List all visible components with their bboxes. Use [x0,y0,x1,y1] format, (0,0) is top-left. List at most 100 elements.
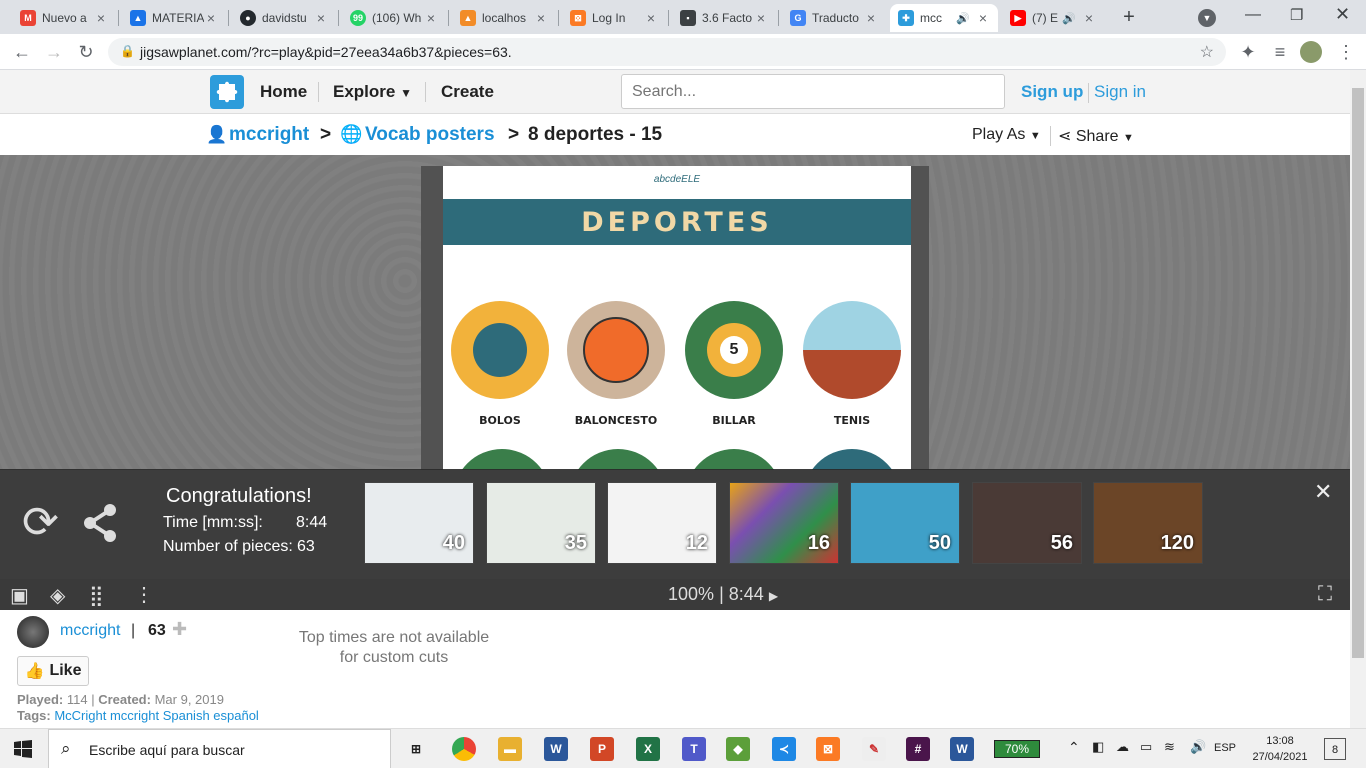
tab-login[interactable]: ⊠ Log In × [562,4,666,32]
nav-home[interactable]: Home [260,82,307,102]
more-options-icon[interactable]: ⋮ [134,582,154,607]
breadcrumb-user[interactable]: mccright [229,124,309,146]
word-icon[interactable]: W [950,737,974,761]
tab-factor[interactable]: ▪ 3.6 Facto × [672,4,776,32]
play-as-dropdown[interactable]: Play As ▼ [972,126,1041,144]
vscode-icon[interactable]: ≺ [772,737,796,761]
slack-icon[interactable]: # [906,737,930,761]
xampp-icon[interactable]: ⊠ [816,737,840,761]
powerpoint-icon[interactable]: P [590,737,614,761]
tab-drive[interactable]: ▲ MATERIA × [122,4,226,32]
arrange-pieces-icon[interactable]: ⣿ [89,583,104,608]
windows-start-icon[interactable] [14,740,32,763]
ghost-image-icon[interactable]: ◈ [50,583,65,608]
word-icon[interactable]: W [544,737,568,761]
restore-button[interactable]: ❐ [1290,6,1303,24]
soccer-ball-icon [453,449,551,470]
share-dropdown[interactable]: ⋖ Share ▼ [1058,126,1134,146]
tab-gmail[interactable]: M Nuevo a × [12,4,116,32]
battery-icon[interactable]: ▭ [1140,739,1152,755]
cloud-icon[interactable]: ☁ [1116,739,1129,755]
tab-jigsaw-active[interactable]: ✚ mcc 🔊 × [890,4,998,32]
close-icon[interactable]: × [424,10,438,26]
tab-translate[interactable]: G Traducto × [782,4,886,32]
suggested-puzzle[interactable]: 35 [486,482,596,564]
task-view-icon[interactable]: ⊞ [404,737,428,761]
tab-whatsapp[interactable]: 99 (106) Wh × [342,4,446,32]
share-icon[interactable] [82,503,118,548]
scrollbar-thumb[interactable] [1352,88,1364,658]
fullscreen-icon[interactable]: ⛶ [1318,583,1332,606]
close-icon[interactable]: × [644,10,658,26]
replay-icon[interactable]: ⟳ [22,501,59,545]
browser-tab-bar: M Nuevo a × ▲ MATERIA × ● davidstu × 99 (106) W… [0,0,1366,34]
tab-search-icon[interactable]: ▼ [1198,9,1216,27]
close-icon[interactable]: × [1082,10,1096,26]
tab-youtube[interactable]: ▶ (7) E 🔊 × [1002,4,1104,32]
url-field[interactable]: 🔒 jigsawplanet.com/?rc=play&pid=27eea34a… [108,38,1226,66]
close-icon[interactable]: × [314,10,328,26]
menu-icon[interactable]: ⋮ [1334,40,1358,64]
caret-down-icon: ▼ [1123,132,1134,144]
suggested-puzzle[interactable]: 56 [972,482,1082,564]
author-link[interactable]: mccright [60,622,120,640]
clock[interactable]: 13:08 27/04/2021 [1250,733,1310,765]
search-input[interactable] [621,74,1005,109]
share-icon: ⋖ [1058,128,1072,145]
wifi-icon[interactable]: ≋ [1164,739,1175,755]
tab-github[interactable]: ● davidstu × [232,4,336,32]
suggested-puzzle[interactable]: 50 [850,482,960,564]
tab-localhost[interactable]: ▲ localhos × [452,4,556,32]
nav-create[interactable]: Create [441,82,494,102]
close-icon[interactable]: × [976,10,990,26]
meet-icon[interactable]: ◧ [1092,739,1104,755]
taskbar-search[interactable]: ⌕ Escribe aquí para buscar [48,729,391,768]
close-window-button[interactable]: ✕ [1335,4,1350,25]
paint-icon[interactable]: ✎ [862,737,886,761]
suggested-puzzle[interactable]: 16 [729,482,839,564]
lock-icon: 🔒 [120,44,135,58]
sign-in-link[interactable]: Sign in [1094,82,1146,102]
like-button[interactable]: 👍 Like [17,656,89,686]
suggested-puzzle[interactable]: 120 [1093,482,1203,564]
battery-widget[interactable]: 70% [994,740,1040,758]
forward-button[interactable]: → [42,40,66,64]
avatar[interactable] [17,616,49,648]
minimize-button[interactable]: — [1245,6,1261,24]
new-tab-button[interactable]: + [1118,6,1140,28]
close-icon[interactable]: × [94,10,108,26]
jigsaw-logo[interactable] [210,75,244,109]
close-icon[interactable]: × [754,10,768,26]
puzzle-play-area[interactable]: abcdeELE DEPORTES 5 BOLOS BALONCESTO BIL… [0,155,1350,470]
image-icon[interactable]: ▣ [10,583,29,608]
notifications-icon[interactable]: 8 [1324,738,1346,760]
user-icon: 👤 [206,125,228,144]
close-icon[interactable]: × [864,10,878,26]
language-indicator[interactable]: ESP [1214,742,1236,754]
breadcrumb-collection[interactable]: Vocab posters [365,124,495,146]
app-icon[interactable]: ◆ [726,737,750,761]
star-icon[interactable]: ☆ [1200,42,1214,62]
suggested-puzzle[interactable]: 40 [364,482,474,564]
teams-icon[interactable]: T [682,737,706,761]
reload-button[interactable]: ↻ [74,40,98,64]
excel-icon[interactable]: X [636,737,660,761]
back-button[interactable]: ← [10,40,34,64]
close-overlay-button[interactable]: ✕ [1314,479,1332,505]
sign-up-link[interactable]: Sign up [1021,82,1083,102]
volume-icon[interactable]: 🔊 [1190,739,1206,755]
extensions-icon[interactable]: ✦ [1236,40,1260,64]
bowling-ball-icon [451,301,549,399]
page-scrollbar[interactable] [1350,70,1366,728]
suggested-puzzle[interactable]: 12 [607,482,717,564]
close-icon[interactable]: × [204,10,218,26]
nav-explore[interactable]: Explore ▼ [333,82,412,102]
profile-avatar[interactable] [1300,41,1322,63]
play-icon[interactable]: ▶ [769,589,778,603]
close-icon[interactable]: × [534,10,548,26]
address-bar-row: ← → ↻ 🔒 jigsawplanet.com/?rc=play&pid=27… [0,34,1366,70]
chrome-icon[interactable] [452,737,476,761]
chevron-up-icon[interactable]: ⌃ [1068,739,1080,756]
media-icon[interactable]: ≡ [1268,40,1292,64]
file-explorer-icon[interactable]: ▬ [498,737,522,761]
